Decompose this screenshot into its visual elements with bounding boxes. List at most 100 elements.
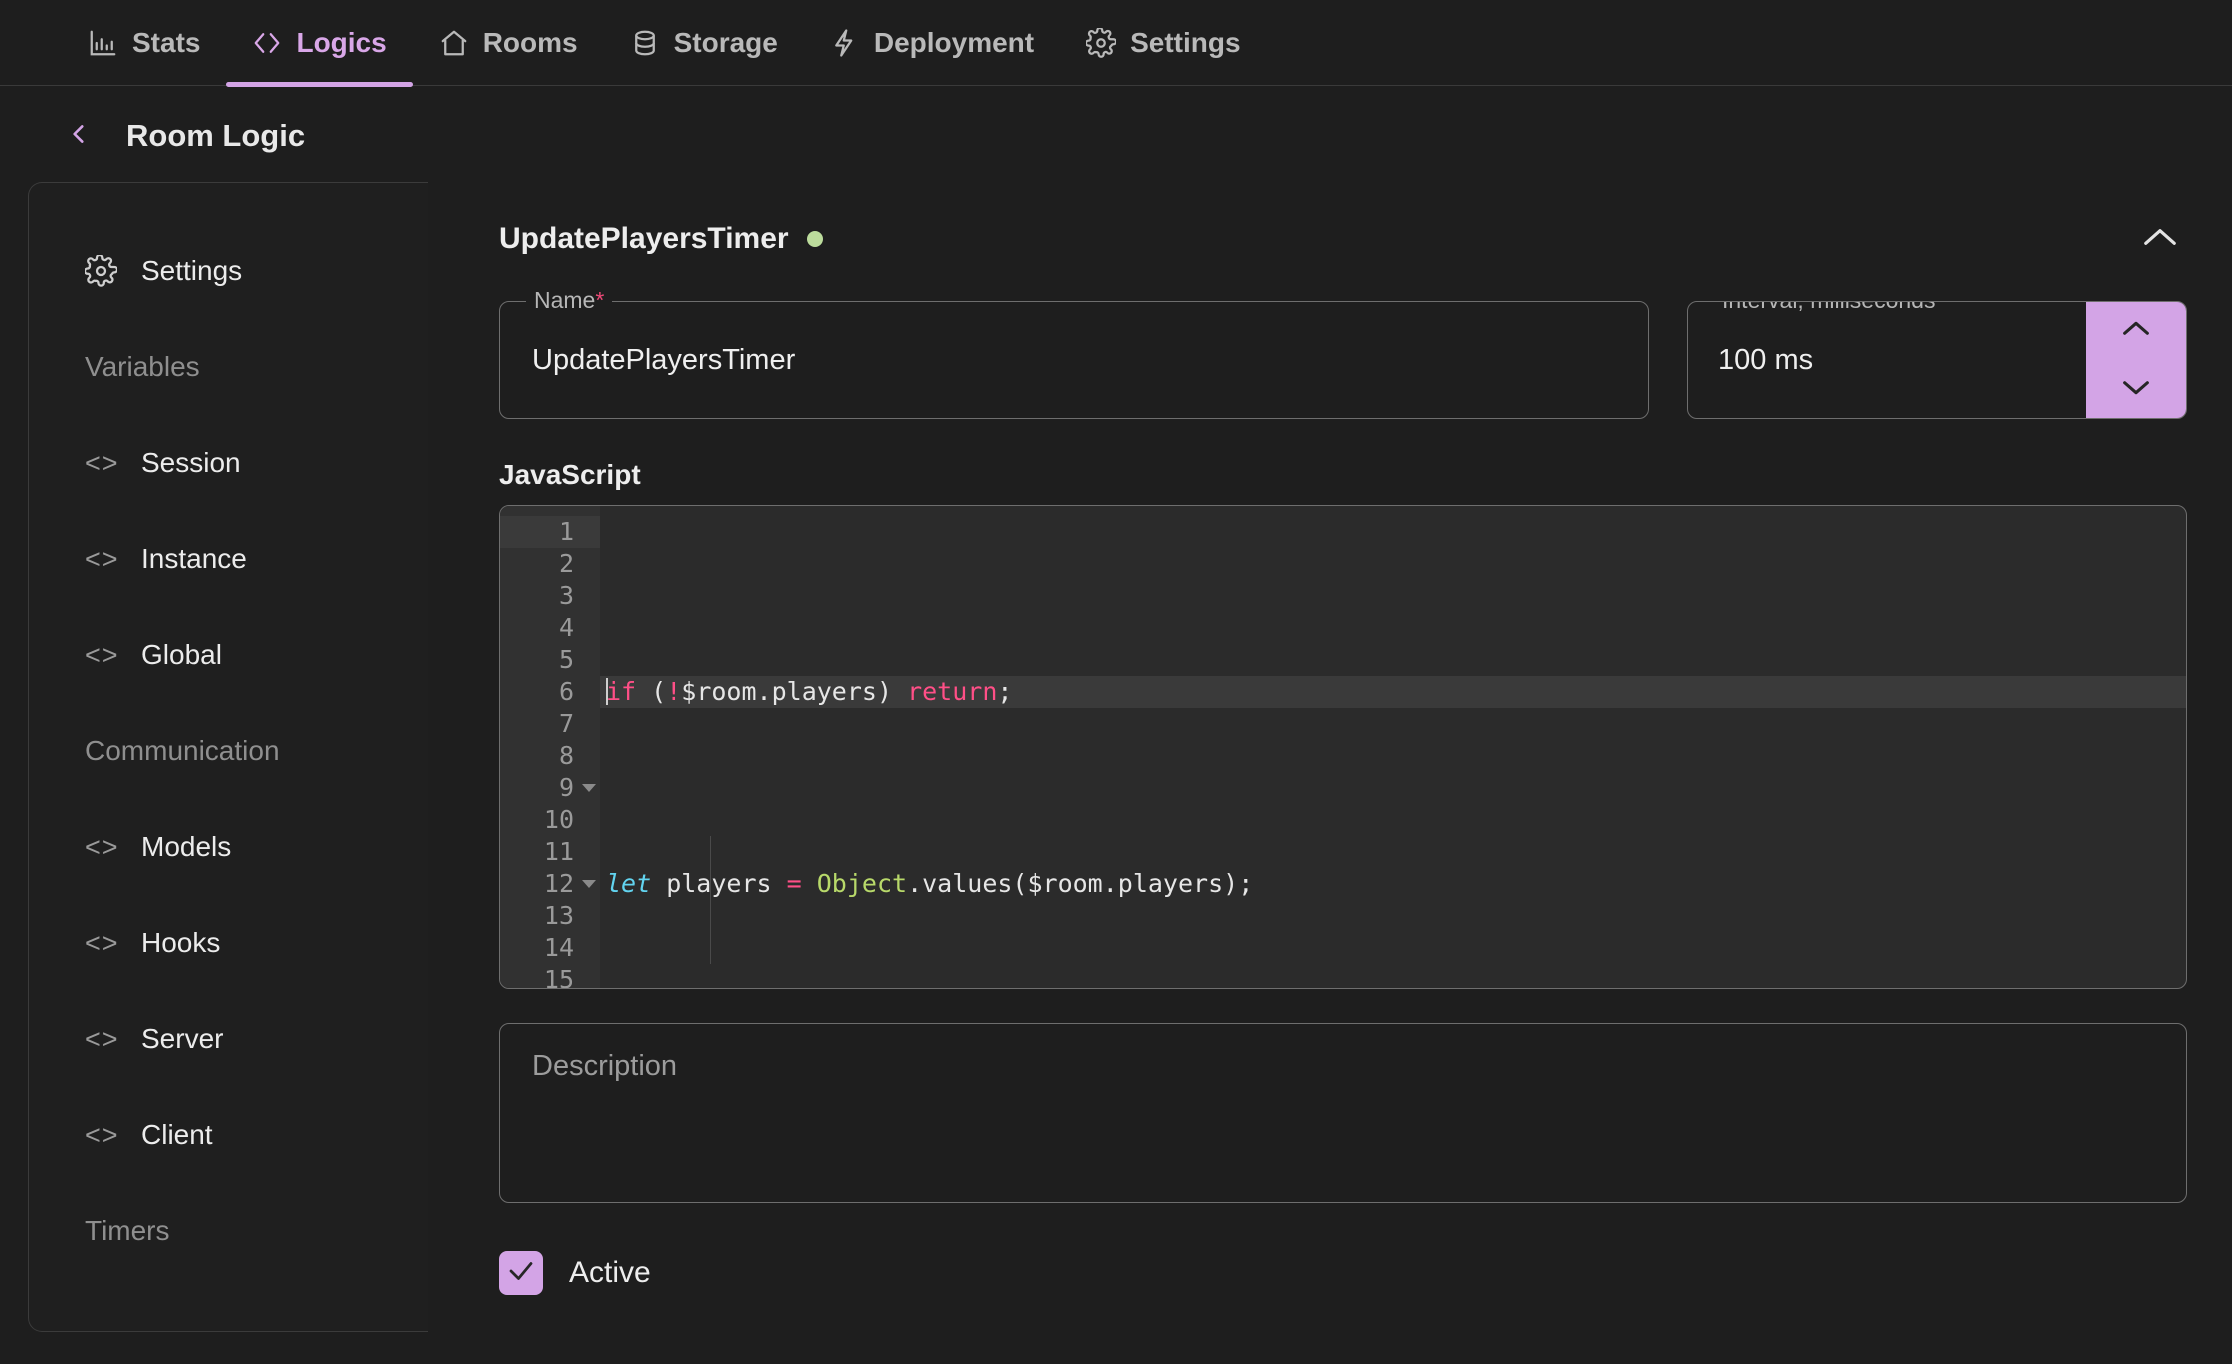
chevron-up-icon xyxy=(2119,319,2153,344)
tab-label: Settings xyxy=(1130,26,1241,58)
active-checkbox[interactable] xyxy=(499,1251,543,1295)
sidebar-item-client[interactable]: <> Client xyxy=(29,1087,428,1183)
tab-rooms[interactable]: Rooms xyxy=(413,0,604,86)
line-number: 1 xyxy=(500,516,600,548)
timer-detail-panel: UpdatePlayersTimer Name* Interval, mil xyxy=(428,182,2232,1332)
sidebar-item-label: Settings xyxy=(141,255,243,286)
interval-input[interactable] xyxy=(1688,302,2086,418)
code-line: if (!$room.players) return; xyxy=(600,676,2186,708)
active-label: Active xyxy=(569,1256,651,1289)
panel-title: UpdatePlayersTimer xyxy=(499,222,789,255)
line-number: 6 xyxy=(558,677,574,706)
name-input[interactable] xyxy=(500,343,1648,377)
line-number: 11 xyxy=(543,837,574,866)
indent-guide xyxy=(710,836,711,964)
sidebar-group-communication: Communication xyxy=(29,703,428,799)
interval-decrement-button[interactable] xyxy=(2086,360,2186,418)
line-number: 4 xyxy=(558,613,574,642)
line-number: 14 xyxy=(543,933,574,962)
panel-header: UpdatePlayersTimer xyxy=(499,219,2187,259)
line-number: 10 xyxy=(543,805,574,834)
sidebar-group-label: Timers xyxy=(85,1215,170,1246)
tab-label: Storage xyxy=(673,26,778,58)
sidebar-item-label: Client xyxy=(141,1119,213,1150)
page-title: Room Logic xyxy=(126,118,306,153)
code-editor[interactable]: 1 2 3 4 5 6 7 8 9 10 11 12 13 14 15 if (… xyxy=(499,505,2187,989)
line-number-gutter: 1 2 3 4 5 6 7 8 9 10 11 12 13 14 15 xyxy=(500,506,600,988)
sidebar-group-variables: Variables xyxy=(29,319,428,415)
sidebar-item-label: Global xyxy=(141,639,222,670)
description-textarea[interactable]: Description xyxy=(499,1023,2187,1203)
line-number: 2 xyxy=(558,549,574,578)
sidebar-item-global[interactable]: <> Global xyxy=(29,607,428,703)
interval-stepper xyxy=(2086,302,2186,418)
line-number: 8 xyxy=(558,741,574,770)
tab-settings[interactable]: Settings xyxy=(1060,0,1266,86)
sidebar-group-label: Variables xyxy=(85,351,200,382)
sidebar-item-instance[interactable]: <> Instance xyxy=(29,511,428,607)
code-brackets-icon: <> xyxy=(85,831,119,862)
line-number: 3 xyxy=(558,581,574,610)
panel-title-row: UpdatePlayersTimer xyxy=(499,222,823,256)
sidebar-item-models[interactable]: <> Models xyxy=(29,799,428,895)
active-checkbox-row[interactable]: Active xyxy=(499,1251,651,1295)
tab-label: Deployment xyxy=(873,26,1035,58)
code-brackets-icon: <> xyxy=(85,927,119,958)
code-brackets-icon: <> xyxy=(85,543,119,574)
required-marker: * xyxy=(595,287,605,313)
collapse-panel-button[interactable] xyxy=(2133,219,2187,259)
line-number: 13 xyxy=(543,901,574,930)
name-field[interactable]: Name* xyxy=(499,287,1649,419)
gear-icon xyxy=(85,255,121,287)
page-header: Room Logic xyxy=(0,86,2232,182)
interval-increment-button[interactable] xyxy=(2086,302,2186,360)
tab-stats[interactable]: Stats xyxy=(62,0,226,86)
interval-field-legend: Interval, milliseconds xyxy=(1714,302,1944,314)
home-icon xyxy=(439,28,469,58)
line-number: 9 xyxy=(500,772,600,804)
code-brackets-icon: <> xyxy=(85,639,119,670)
name-field-legend: Name* xyxy=(526,287,613,314)
chevron-up-icon xyxy=(2141,225,2179,254)
sidebar-item-hooks[interactable]: <> Hooks xyxy=(29,895,428,991)
interval-field[interactable]: Interval, milliseconds xyxy=(1687,301,2187,419)
database-icon xyxy=(630,28,660,58)
code-line: let players = Object.values($room.player… xyxy=(606,869,1254,898)
chevron-left-icon xyxy=(66,117,92,156)
line-number: 5 xyxy=(558,645,574,674)
form-field-row: Name* Interval, milliseconds xyxy=(499,287,2187,419)
status-indicator-dot xyxy=(806,231,823,247)
check-icon xyxy=(506,1256,536,1291)
sidebar-group-label: Communication xyxy=(85,735,280,766)
sidebar-item-label: Models xyxy=(141,831,232,862)
sidebar-item-server[interactable]: <> Server xyxy=(29,991,428,1087)
name-field-label: Name xyxy=(534,287,596,313)
tab-logics[interactable]: Logics xyxy=(226,0,413,87)
sidebar-item-settings[interactable]: Settings xyxy=(29,223,428,319)
sidebar-group-timers: Timers xyxy=(29,1183,428,1279)
code-language-label: JavaScript xyxy=(499,459,641,490)
tab-deployment[interactable]: Deployment xyxy=(804,0,1060,86)
tab-storage[interactable]: Storage xyxy=(604,0,804,86)
code-content[interactable]: if (!$room.players) return; let players … xyxy=(600,506,2186,988)
line-number: 12 xyxy=(500,868,600,900)
code-brackets-icon: <> xyxy=(85,1023,119,1054)
logic-sidebar: Settings Variables <> Session <> Instanc… xyxy=(28,182,428,1332)
sidebar-item-label: Hooks xyxy=(141,927,221,958)
fold-triangle-icon[interactable] xyxy=(582,880,596,888)
sidebar-item-label: Server xyxy=(141,1023,224,1054)
back-button[interactable] xyxy=(62,116,96,156)
sidebar-item-label: Session xyxy=(141,447,241,478)
content-area: Settings Variables <> Session <> Instanc… xyxy=(0,182,2232,1332)
sidebar-item-session[interactable]: <> Session xyxy=(29,415,428,511)
description-placeholder: Description xyxy=(532,1050,678,1082)
code-brackets-icon: <> xyxy=(85,447,119,478)
tab-label: Rooms xyxy=(482,26,578,58)
chevron-down-icon xyxy=(2119,377,2153,402)
tab-label: Logics xyxy=(296,26,387,58)
fold-triangle-icon[interactable] xyxy=(582,784,596,792)
lightning-bolt-icon xyxy=(830,28,860,58)
bar-chart-icon xyxy=(88,28,118,58)
